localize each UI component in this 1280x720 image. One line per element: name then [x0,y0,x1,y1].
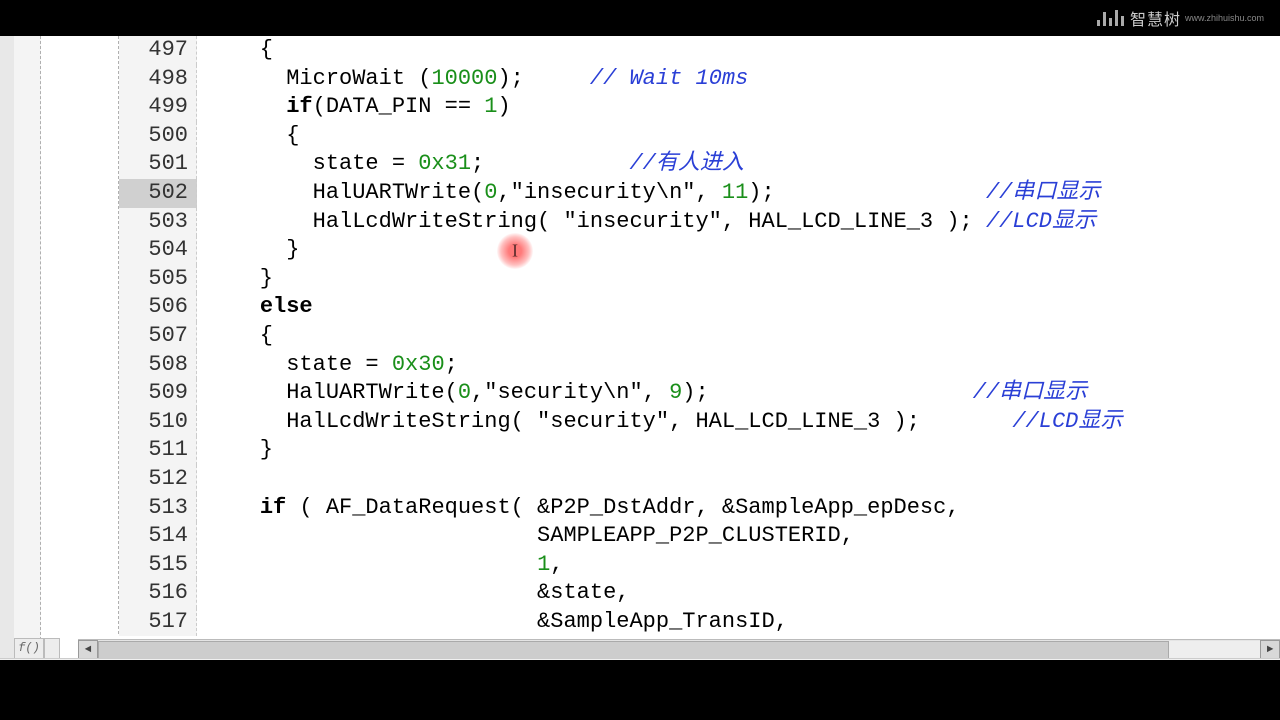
line-number: 508 [119,351,197,380]
gutter-corner [44,638,60,660]
line-number: 513 [119,494,197,523]
line-text[interactable]: { [197,322,1280,351]
line-number: 503 [119,208,197,237]
line-text[interactable]: &state, [197,579,1280,608]
code-line[interactable]: 506 else [119,293,1280,322]
line-number: 514 [119,522,197,551]
brand-logo-icon [1097,10,1124,26]
line-number: 507 [119,322,197,351]
line-text[interactable]: MicroWait (10000); // Wait 10ms [197,65,1280,94]
fold-margin [14,36,41,660]
line-text[interactable]: { [197,122,1280,151]
brand-text: 智慧树 [1130,6,1181,30]
line-number: 497 [119,36,197,65]
code-line[interactable]: 508 state = 0x30; [119,351,1280,380]
video-topbar: 智慧树 www.zhihuishu.com [0,0,1280,36]
line-text[interactable]: } [197,436,1280,465]
code-line[interactable]: 513 if ( AF_DataRequest( &P2P_DstAddr, &… [119,494,1280,523]
line-text[interactable]: HalUARTWrite(0,"insecurity\n", 11); //串口… [197,179,1280,208]
function-indicator[interactable]: f() [14,638,44,660]
line-number: 512 [119,465,197,494]
code-line[interactable]: 497 { [119,36,1280,65]
line-number: 506 [119,293,197,322]
line-text[interactable]: } [197,236,1280,265]
line-number: 500 [119,122,197,151]
code-line[interactable]: 514 SAMPLEAPP_P2P_CLUSTERID, [119,522,1280,551]
line-text[interactable]: } [197,265,1280,294]
line-number: 509 [119,379,197,408]
code-line[interactable]: 505 } [119,265,1280,294]
line-number: 499 [119,93,197,122]
line-text[interactable]: if(DATA_PIN == 1) [197,93,1280,122]
scroll-right-icon[interactable]: ► [1260,640,1280,660]
code-line[interactable]: 515 1, [119,551,1280,580]
line-number: 505 [119,265,197,294]
code-editor[interactable]: 497 {498 MicroWait (10000); // Wait 10ms… [0,36,1280,660]
code-line[interactable]: 498 MicroWait (10000); // Wait 10ms [119,65,1280,94]
line-number: 504 [119,236,197,265]
line-number: 515 [119,551,197,580]
code-line[interactable]: 512 [119,465,1280,494]
code-line[interactable]: 503 HalLcdWriteString( "insecurity", HAL… [119,208,1280,237]
separator [0,658,1280,660]
code-line[interactable]: 499 if(DATA_PIN == 1) [119,93,1280,122]
line-text[interactable]: { [197,36,1280,65]
code-line[interactable]: 504 } [119,236,1280,265]
line-text[interactable]: SAMPLEAPP_P2P_CLUSTERID, [197,522,1280,551]
line-number: 511 [119,436,197,465]
video-bottombar [0,660,1280,720]
line-number: 498 [119,65,197,94]
line-number: 510 [119,408,197,437]
line-text[interactable]: HalUARTWrite(0,"security\n", 9); //串口显示 [197,379,1280,408]
code-line[interactable]: 500 { [119,122,1280,151]
line-text[interactable]: state = 0x31; //有人进入 [197,150,1280,179]
line-text[interactable]: HalLcdWriteString( "security", HAL_LCD_L… [197,408,1280,437]
line-text[interactable] [197,465,1280,494]
line-text[interactable]: if ( AF_DataRequest( &P2P_DstAddr, &Samp… [197,494,1280,523]
line-number: 516 [119,579,197,608]
code-line[interactable]: 517 &SampleApp_TransID, [119,608,1280,637]
code-area[interactable]: 497 {498 MicroWait (10000); // Wait 10ms… [118,36,1280,634]
code-line[interactable]: 509 HalUARTWrite(0,"security\n", 9); //串… [119,379,1280,408]
brand-sub: www.zhihuishu.com [1185,13,1264,23]
bookmark-margin [0,36,15,660]
line-text[interactable]: else [197,293,1280,322]
line-number: 502 [119,179,197,208]
code-line[interactable]: 507 { [119,322,1280,351]
line-text[interactable]: 1, [197,551,1280,580]
code-line[interactable]: 510 HalLcdWriteString( "security", HAL_L… [119,408,1280,437]
scroll-thumb[interactable] [98,641,1169,659]
code-line[interactable]: 511 } [119,436,1280,465]
line-text[interactable]: state = 0x30; [197,351,1280,380]
scroll-left-icon[interactable]: ◄ [78,640,98,660]
line-number: 501 [119,150,197,179]
code-line[interactable]: 501 state = 0x31; //有人进入 [119,150,1280,179]
code-line[interactable]: 502 HalUARTWrite(0,"insecurity\n", 11); … [119,179,1280,208]
line-text[interactable]: HalLcdWriteString( "insecurity", HAL_LCD… [197,208,1280,237]
line-text[interactable]: &SampleApp_TransID, [197,608,1280,637]
code-line[interactable]: 516 &state, [119,579,1280,608]
scroll-track[interactable] [98,641,1260,659]
horizontal-scrollbar[interactable]: ◄ ► [78,639,1280,660]
line-number: 517 [119,608,197,637]
